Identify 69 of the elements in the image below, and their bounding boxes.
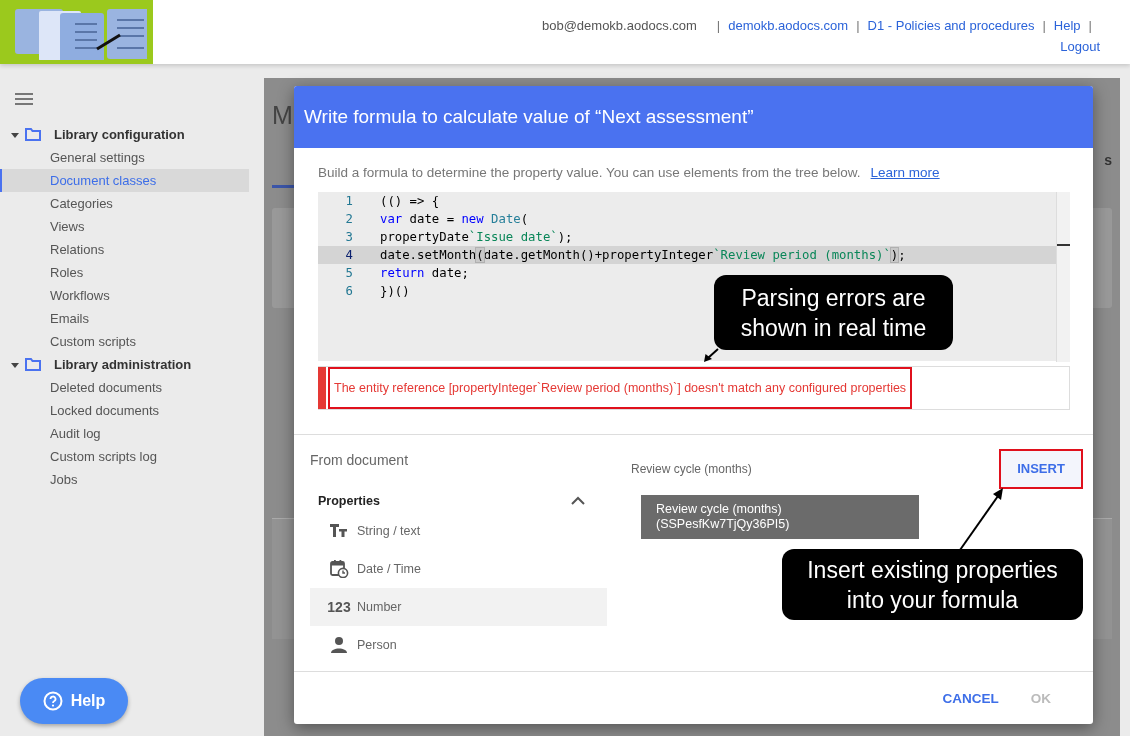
header-link[interactable]: Logout: [1060, 39, 1100, 55]
callout-arrow: [703, 348, 719, 363]
header-link[interactable]: Help: [1053, 18, 1081, 34]
sidebar-item[interactable]: Jobs: [0, 468, 249, 491]
sidebar-item[interactable]: Emails: [0, 307, 249, 330]
overview-marker: [1057, 244, 1070, 247]
property-item[interactable]: Date / Time: [310, 549, 607, 588]
sidebar-item[interactable]: Roles: [0, 261, 249, 284]
page-heading: M: [272, 100, 293, 130]
sidebar-item[interactable]: Relations: [0, 238, 249, 261]
dialog-title: Write formula to calculate value of “Next assessment”: [304, 106, 754, 129]
folder-icon: [25, 128, 41, 141]
code-line: return date;: [380, 265, 469, 283]
help-button[interactable]: Help: [20, 678, 128, 724]
property-item[interactable]: String / text: [310, 511, 607, 550]
properties-heading: Properties: [318, 493, 380, 508]
sidebar-item[interactable]: Locked documents: [0, 399, 249, 422]
sidebar-item[interactable]: Categories: [0, 192, 249, 215]
help-icon: [42, 691, 63, 711]
code-line: date.setMonth(date.getMonth()+propertyInteger`Review period (months)`);: [380, 247, 906, 265]
line-number: 5: [344, 265, 353, 283]
field-label: Review cycle (months): [631, 460, 752, 476]
user-email: bob@demokb.aodocs.com: [541, 18, 697, 34]
header-link[interactable]: demokb.aodocs.com: [728, 18, 849, 34]
line-number: 4: [344, 247, 353, 265]
sidebar-item[interactable]: Custom scripts: [0, 330, 249, 353]
menu-icon: [15, 93, 33, 105]
sidebar-item[interactable]: Views: [0, 215, 249, 238]
sidebar-group-title[interactable]: Library configuration: [54, 127, 185, 142]
sidebar-item[interactable]: Workflows: [0, 284, 249, 307]
folder-icon: [25, 358, 41, 371]
code-line: var date = new Date(: [380, 211, 529, 229]
link-separator: |: [1088, 18, 1092, 34]
line-number: 1: [344, 193, 353, 211]
error-message: The entity reference [propertyInteger`Review period (months)`] doesn't match any configured properties: [328, 366, 913, 409]
link-separator: |: [1042, 18, 1046, 34]
sidebar-item[interactable]: Deleted documents: [0, 376, 249, 399]
insert-button[interactable]: INSERT: [999, 448, 1083, 489]
callout-text: Insert existing properties: [806, 555, 1059, 585]
line-number: 6: [344, 283, 353, 301]
sidebar-item[interactable]: Audit log: [0, 422, 249, 445]
link-separator: |: [716, 18, 721, 34]
sidebar-item[interactable]: Custom scripts log: [0, 445, 249, 468]
tab-label: s: [1104, 152, 1112, 168]
code-line: propertyDate`Issue date`);: [380, 229, 573, 247]
property-item[interactable]: 123 Number: [310, 587, 607, 626]
sidebar-item[interactable]: Document classes: [0, 169, 249, 192]
sidebar-item[interactable]: General settings: [0, 146, 249, 169]
number-icon: 123: [327, 598, 351, 615]
person-icon: [329, 635, 349, 655]
error-marker: [318, 366, 326, 409]
code-line: (() => {: [380, 193, 440, 211]
calendar-clock-icon: [329, 559, 349, 579]
instruction-text: Build a formula to determine the property value. You can use elements from the tree below.: [318, 165, 861, 183]
section-title: From document: [310, 450, 410, 470]
dialog-button[interactable]: CANCEL: [930, 682, 1011, 714]
learn-more-link[interactable]: Learn more: [870, 165, 940, 190]
callout-text: Parsing errors are: [740, 283, 927, 313]
callout-text: into your formula: [845, 585, 1020, 615]
header-link[interactable]: D1 - Policies and procedures: [867, 18, 1035, 34]
sidebar-group-title[interactable]: Library administration: [54, 357, 192, 372]
code-line: })(): [380, 283, 410, 301]
property-item[interactable]: Person: [310, 625, 607, 664]
link-separator: |: [856, 18, 860, 34]
tooltip-text: (SSPesfKw7TjQy36PI5): [656, 516, 791, 532]
callout-text: shown in real time: [739, 313, 928, 343]
line-number: 2: [344, 211, 353, 229]
tooltip-text: Review cycle (months): [656, 501, 783, 517]
line-number: 3: [344, 229, 353, 247]
